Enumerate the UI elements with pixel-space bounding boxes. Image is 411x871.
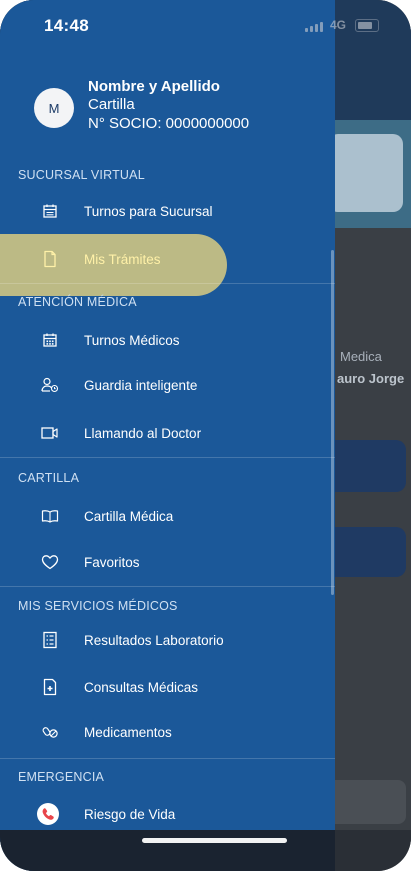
menu-item-cartilla-medica[interactable]: Cartilla Médica [0,498,335,534]
section-divider [0,586,335,587]
video-call-icon [40,423,60,443]
status-time: 14:48 [44,16,89,35]
book-icon [40,506,60,526]
menu-item-label: Mis Trámites [84,251,161,267]
menu-item-label: Guardia inteligente [84,377,198,393]
user-clock-icon [40,375,60,395]
signal-icon [305,22,323,32]
section-divider [0,758,335,759]
menu-item-consultas-medicas[interactable]: Consultas Médicas [0,669,335,705]
menu-item-favoritos[interactable]: Favoritos [0,544,335,580]
menu-item-riesgo-de-vida[interactable]: Riesgo de Vida [0,796,335,832]
menu-item-turnos-sucursal[interactable]: Turnos para Sucursal [0,193,335,229]
profile-plan: Cartilla [88,96,135,113]
phone-emergency-icon [36,802,60,826]
lab-list-icon [40,630,60,650]
calendar-grid-icon [40,330,60,350]
phone-screen: Medica auro Jorge 14:48 4G M Nombre y Ap… [0,0,411,871]
menu-item-label: Consultas Médicas [84,679,199,695]
menu-item-label: Favoritos [84,554,140,570]
battery-icon [355,19,379,32]
section-divider [0,283,335,284]
menu-item-mis-tramites[interactable]: Mis Trámites [0,241,335,277]
menu-item-label: Turnos para Sucursal [84,203,213,219]
profile-member-number: N° SOCIO: 0000000000 [88,115,250,132]
menu-item-label: Cartilla Médica [84,508,174,524]
menu-item-resultados-laboratorio[interactable]: Resultados Laboratorio [0,622,335,658]
home-indicator[interactable] [142,838,287,843]
calendar-icon [40,201,60,221]
navigation-drawer: M Nombre y Apellido Cartilla N° SOCIO: 0… [0,0,335,871]
menu-item-medicamentos[interactable]: Medicamentos [0,714,335,750]
background-doctor-name: auro Jorge [337,371,405,386]
profile-name: Nombre y Apellido [88,78,220,95]
menu-item-label: Llamando al Doctor [84,425,202,441]
network-label: 4G [330,18,347,32]
menu-item-llamando-doctor[interactable]: Llamando al Doctor [0,415,335,451]
menu-item-guardia-inteligente[interactable]: Guardia inteligente [0,367,335,403]
menu-item-label: Medicamentos [84,724,172,740]
heart-icon [40,552,60,572]
status-bar: 14:48 4G [0,0,411,50]
pills-icon [40,722,60,742]
menu-item-label: Riesgo de Vida [84,806,176,822]
avatar[interactable]: M [34,88,74,128]
banner-image [328,134,403,212]
drawer-footer [0,830,335,871]
menu-item-label: Resultados Laboratorio [84,632,224,648]
section-divider [0,457,335,458]
background-label: Medica [340,349,382,364]
drawer-scrollbar[interactable] [331,250,334,595]
menu-item-turnos-medicos[interactable]: Turnos Médicos [0,322,335,358]
medical-doc-icon [40,677,60,697]
menu-item-label: Turnos Médicos [84,332,180,348]
document-icon [40,249,60,269]
